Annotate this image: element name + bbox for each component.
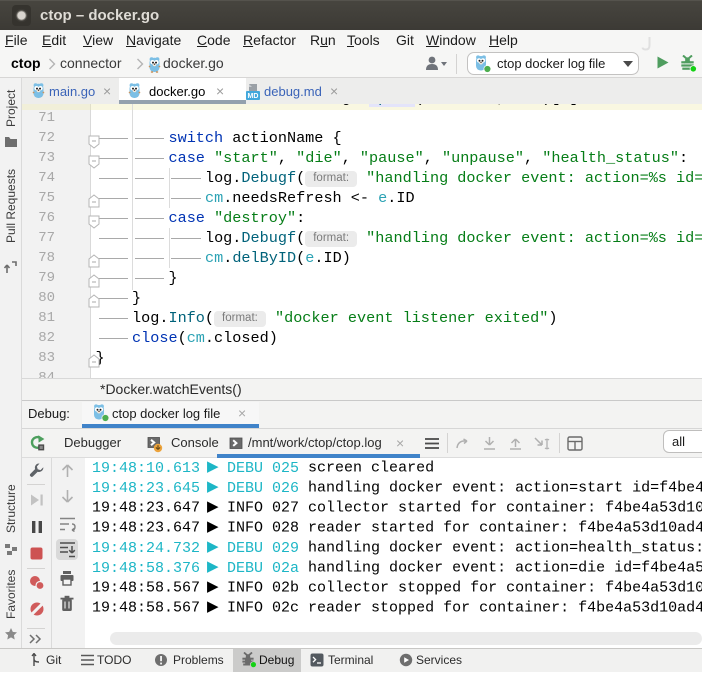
svg-text:MD: MD [248, 93, 259, 100]
